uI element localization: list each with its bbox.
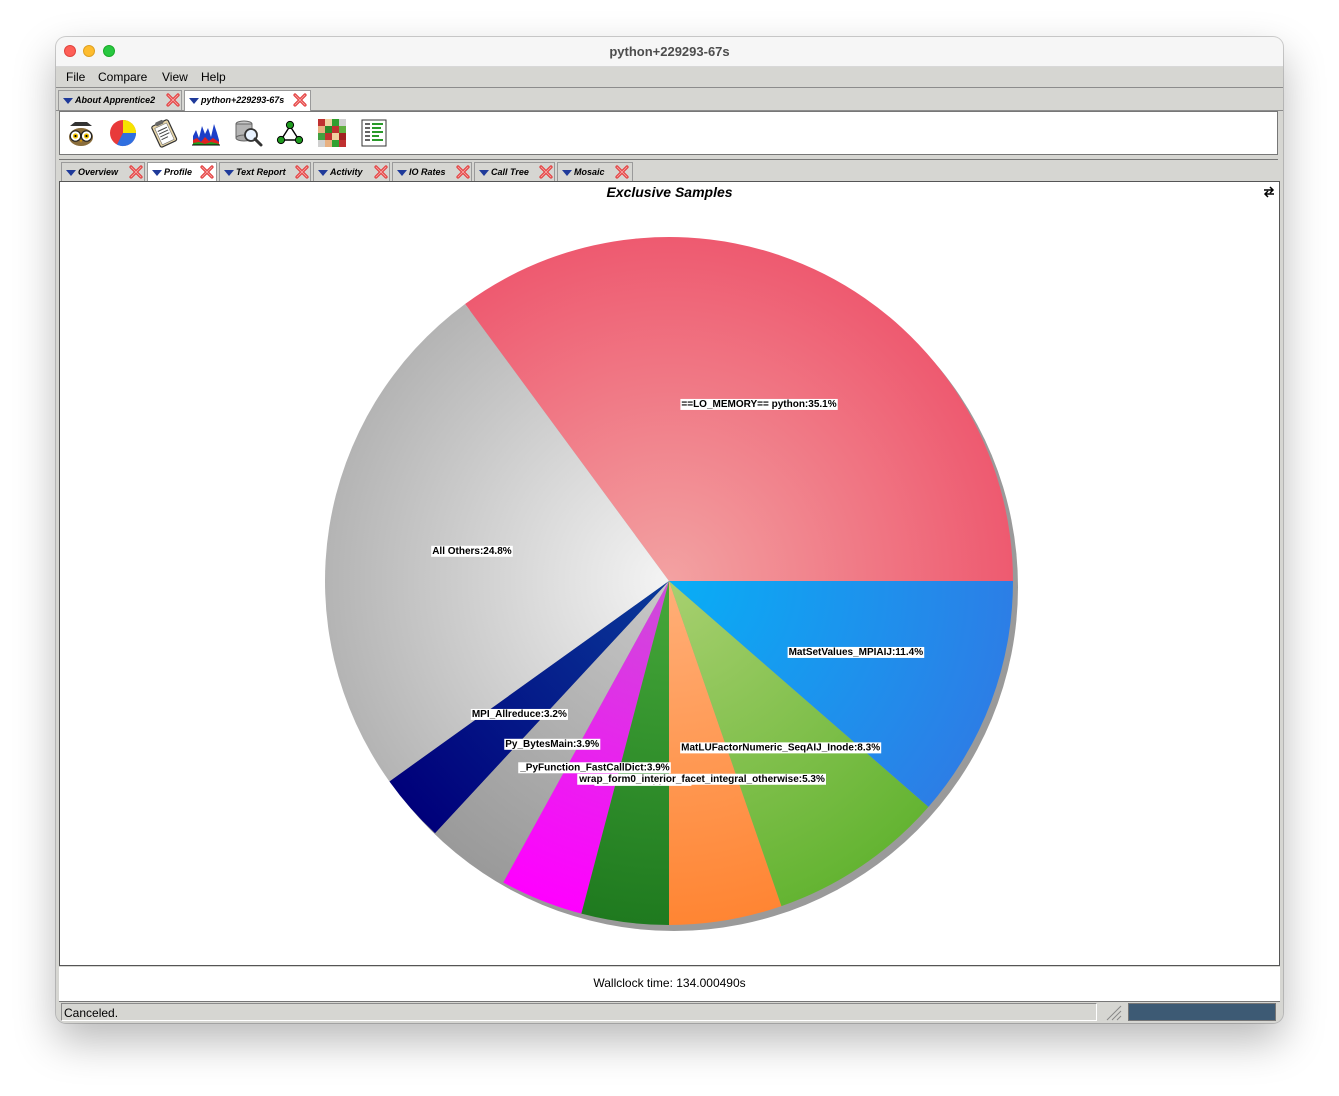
tab-io-rates[interactable]: IO Rates xyxy=(392,162,472,182)
close-tab-icon[interactable] xyxy=(373,164,389,180)
slice-label: MPI_Allreduce:3.2% xyxy=(470,708,568,720)
swap-arrows-icon[interactable] xyxy=(1263,186,1275,198)
chart-title: Exclusive Samples xyxy=(606,184,733,200)
window-title: python+229293-67s xyxy=(609,44,730,59)
slice-label: Py_BytesMain:3.9% xyxy=(504,738,601,750)
status-bar: Canceled. xyxy=(56,1003,1283,1023)
close-tab-icon[interactable] xyxy=(294,164,310,180)
svg-text:All Others:24.8%: All Others:24.8% xyxy=(432,546,512,557)
close-tab-icon[interactable] xyxy=(292,92,308,108)
tab-activity[interactable]: Activity xyxy=(313,162,390,182)
resize-grip-icon[interactable] xyxy=(1099,1004,1125,1021)
slice-label: MatSetValues_MPIAIJ:11.4% xyxy=(787,646,925,658)
slice-label: _PyFunction_FastCallDict:3.9% xyxy=(518,762,671,774)
menu-view[interactable]: View xyxy=(162,70,188,84)
tab-label: Mosaic xyxy=(574,167,605,177)
toolbar xyxy=(59,111,1278,155)
app-window: python+229293-67s File Compare View Help… xyxy=(56,37,1283,1023)
call-tree-icon[interactable] xyxy=(275,118,305,148)
clipboard-icon[interactable] xyxy=(149,118,179,148)
tab-profile[interactable]: Profile xyxy=(147,162,217,183)
menu-file[interactable]: File xyxy=(66,70,85,84)
progress-bar xyxy=(1128,1003,1276,1021)
slice-label: ==LO_MEMORY== python:35.1% xyxy=(680,398,838,410)
tab-mosaic[interactable]: Mosaic xyxy=(557,162,633,182)
slice-label: wrap_form0_interior_facet_integral_other… xyxy=(577,773,826,785)
tab-label: Call Tree xyxy=(491,167,529,177)
tab-menu-icon[interactable] xyxy=(152,170,162,176)
svg-text:wrap_form0_interior_facet_inte: wrap_form0_interior_facet_integral_other… xyxy=(578,774,825,785)
tab-overview[interactable]: Overview xyxy=(61,162,145,182)
tab-label: Overview xyxy=(78,167,119,177)
close-tab-icon[interactable] xyxy=(199,164,215,180)
view-tabs: Overview Profile Text Report Activity IO… xyxy=(59,159,1278,183)
close-tab-icon[interactable] xyxy=(165,92,181,108)
wallclock-time: Wallclock time: 134.000490s xyxy=(593,976,746,990)
tab-menu-icon[interactable] xyxy=(189,98,199,104)
svg-text:MatSetValues_MPIAIJ:11.4%: MatSetValues_MPIAIJ:11.4% xyxy=(789,647,924,658)
tab-menu-icon[interactable] xyxy=(63,98,73,104)
close-tab-icon[interactable] xyxy=(614,164,630,180)
mosaic-icon[interactable] xyxy=(317,118,347,148)
wallclock-bar: Wallclock time: 134.000490s xyxy=(59,967,1280,1002)
tab-label: Profile xyxy=(164,167,193,177)
svg-text:Py_BytesMain:3.9%: Py_BytesMain:3.9% xyxy=(505,739,599,750)
doc-tab-about[interactable]: About Apprentice2 xyxy=(58,90,182,110)
tab-menu-icon[interactable] xyxy=(224,170,234,176)
title-bar: python+229293-67s xyxy=(56,37,1283,67)
status-message: Canceled. xyxy=(61,1003,1097,1021)
tab-text-report[interactable]: Text Report xyxy=(219,162,311,182)
database-search-icon[interactable] xyxy=(233,118,263,148)
close-tab-icon[interactable] xyxy=(455,164,471,180)
histogram-icon[interactable] xyxy=(191,118,221,148)
tab-menu-icon[interactable] xyxy=(318,170,328,176)
svg-text:MPI_Allreduce:3.2%: MPI_Allreduce:3.2% xyxy=(472,709,567,720)
doc-tab-python[interactable]: python+229293-67s xyxy=(184,90,311,111)
pie-chart: ==LO_MEMORY== python:35.1% All Others:24.… xyxy=(324,237,1018,931)
slice-label: MatLUFactorNumeric_SeqAIJ_Inode:8.3% xyxy=(680,742,882,754)
profile-panel: ==LO_MEMORY== python:35.1% All Others:24.… xyxy=(59,181,1280,966)
svg-text:==LO_MEMORY== python:35.1%: ==LO_MEMORY== python:35.1% xyxy=(681,399,836,410)
svg-text:_PyFunction_FastCallDict:3.9%: _PyFunction_FastCallDict:3.9% xyxy=(519,762,670,773)
pie-chart-icon[interactable] xyxy=(108,118,138,148)
close-tab-icon[interactable] xyxy=(128,164,144,180)
svg-text:MatLUFactorNumeric_SeqAIJ_Inod: MatLUFactorNumeric_SeqAIJ_Inode:8.3% xyxy=(681,742,880,753)
tab-label: About Apprentice2 xyxy=(75,95,156,105)
tab-menu-icon[interactable] xyxy=(397,170,407,176)
tab-label: Activity xyxy=(330,167,363,177)
menu-bar: File Compare View Help xyxy=(56,67,1283,88)
owl-icon[interactable] xyxy=(66,118,96,148)
document-tabs: About Apprentice2 python+229293-67s xyxy=(56,88,1283,111)
tab-menu-icon[interactable] xyxy=(479,170,489,176)
tab-menu-icon[interactable] xyxy=(66,170,76,176)
tab-call-tree[interactable]: Call Tree xyxy=(474,162,555,182)
menu-help[interactable]: Help xyxy=(201,70,226,84)
tab-menu-icon[interactable] xyxy=(562,170,572,176)
tab-label: IO Rates xyxy=(409,167,446,177)
text-report-icon[interactable] xyxy=(359,118,389,148)
slice-label: All Others:24.8% xyxy=(431,545,513,557)
tab-label: python+229293-67s xyxy=(201,95,285,105)
close-tab-icon[interactable] xyxy=(538,164,554,180)
menu-compare[interactable]: Compare xyxy=(98,70,147,84)
tab-label: Text Report xyxy=(236,167,286,177)
